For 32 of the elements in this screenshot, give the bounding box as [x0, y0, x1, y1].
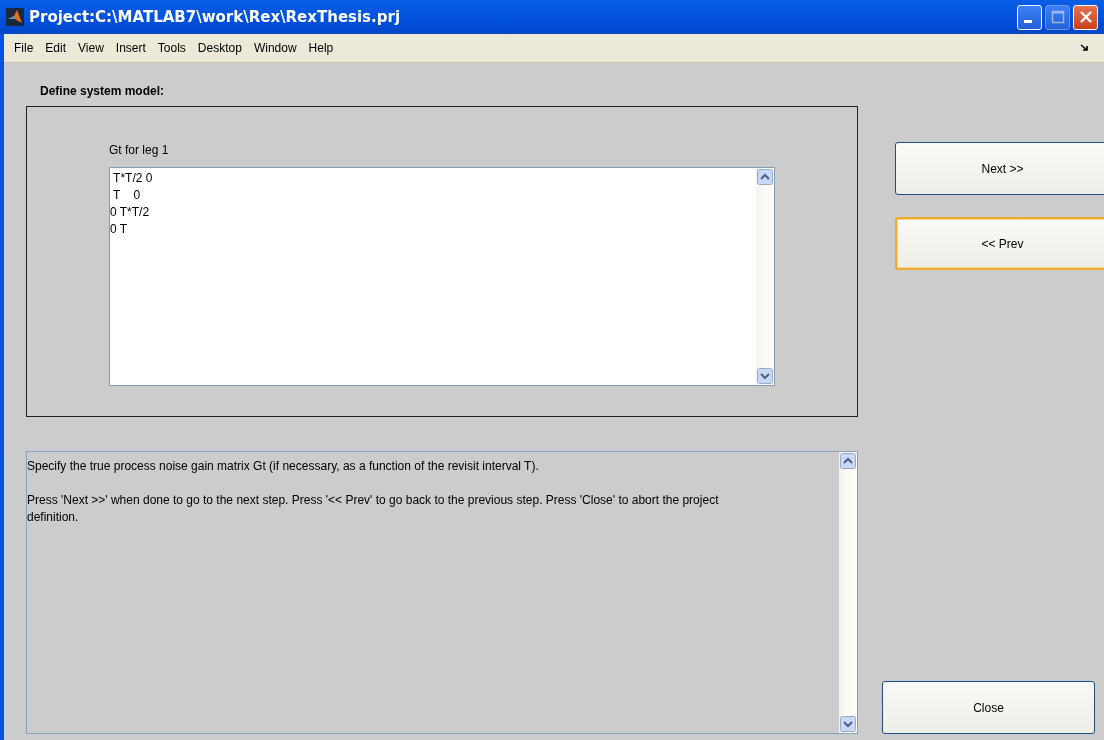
menu-item[interactable]: View: [72, 41, 110, 55]
window-title: Project:C:\MATLAB7\work\Rex\RexThesis.prj: [29, 8, 402, 26]
help-paragraph: Press 'Next >>' when done to go to the next step. Press '<< Prev' to go back to the previous step. Press 'Close' to abort the project definition.: [27, 492, 719, 526]
scroll-down-icon[interactable]: [757, 368, 773, 384]
menu-item[interactable]: Edit: [39, 41, 73, 55]
menu-item[interactable]: File: [8, 41, 40, 55]
close-icon: [1078, 10, 1093, 24]
matrix-label: Gt for leg 1: [109, 143, 170, 159]
help-paragraph: Specify the true process noise gain matrix Gt (if necessary, as a function of the revisit interval T).: [27, 458, 540, 475]
matrix-field[interactable]: T*T/2 0 T 0 0 T*T/2 0 T: [109, 167, 775, 386]
minimize-button[interactable]: [1017, 4, 1042, 30]
menu-item[interactable]: Window: [247, 41, 303, 55]
scrollbar[interactable]: [756, 168, 774, 385]
scroll-down-icon[interactable]: [840, 716, 856, 732]
menu-item[interactable]: Tools: [151, 41, 192, 55]
nav-button[interactable]: << Prev: [895, 217, 1104, 270]
menu-item[interactable]: Insert: [109, 41, 152, 55]
nav-button[interactable]: Next >>: [895, 142, 1104, 195]
scrollbar[interactable]: [839, 452, 857, 733]
maximize-icon: [1050, 10, 1065, 24]
matrix-text: T*T/2 0 T 0 0 T*T/2 0 T: [110, 170, 154, 238]
close-dialog-button[interactable]: Close: [882, 681, 1095, 734]
app-logo-icon: [6, 8, 24, 26]
scroll-up-icon[interactable]: [840, 453, 856, 469]
close-button[interactable]: [1073, 4, 1098, 30]
dock-arrow-icon[interactable]: [1080, 44, 1090, 52]
section-heading: Define system model:: [40, 84, 166, 100]
minimize-icon: [1024, 20, 1032, 23]
maximize-button[interactable]: [1045, 4, 1070, 30]
scroll-up-icon[interactable]: [757, 169, 773, 185]
menu-item[interactable]: Help: [302, 41, 340, 55]
menu-item[interactable]: Desktop: [191, 41, 248, 55]
